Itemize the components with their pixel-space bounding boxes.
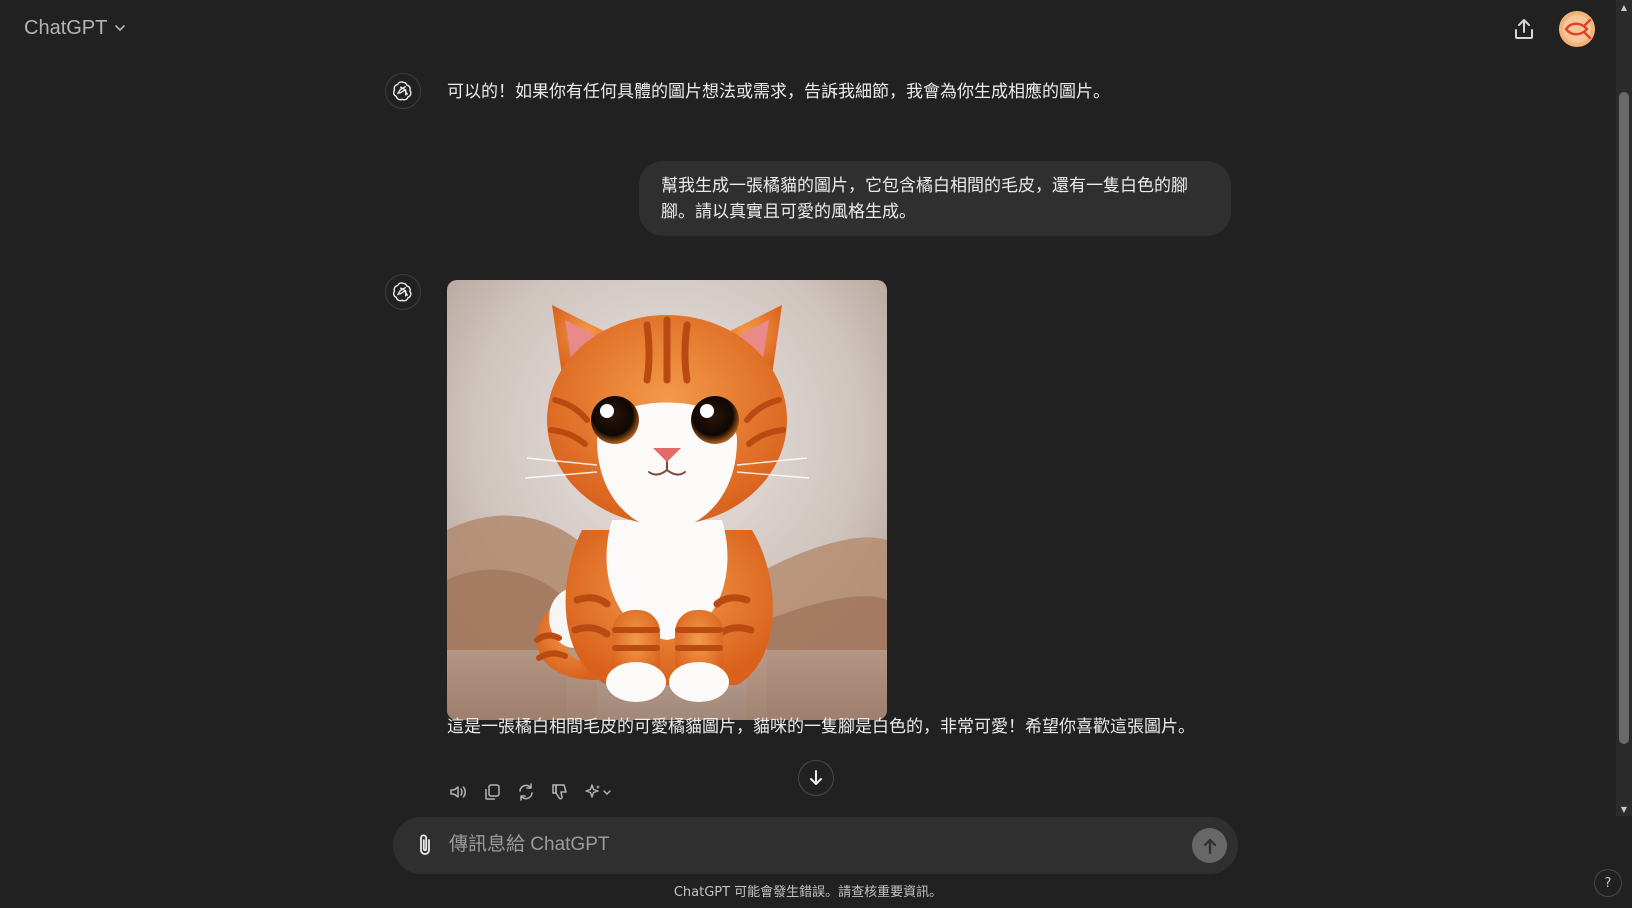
scroll-up-arrow-icon[interactable]: ▲: [1616, 0, 1632, 14]
footer-disclaimer: ChatGPT 可能會發生錯誤。請查核重要資訊。: [673, 885, 943, 900]
scrollbar-thumb[interactable]: [1619, 92, 1629, 744]
copy-icon: [485, 784, 500, 800]
kitten-illustration: [447, 280, 887, 720]
scroll-down-arrow-icon[interactable]: ▼: [1616, 802, 1632, 816]
model-selector-button[interactable]: ChatGPT: [14, 10, 137, 46]
share-button[interactable]: [1506, 12, 1542, 46]
chevron-down-icon: [115, 25, 126, 32]
copy-button[interactable]: [480, 780, 504, 804]
paperclip-icon: [420, 834, 430, 855]
message-input[interactable]: [449, 827, 1149, 863]
scroll-to-bottom-button[interactable]: [798, 760, 834, 796]
arrow-down-icon: [810, 770, 822, 785]
send-button[interactable]: [1192, 828, 1227, 863]
assistant-avatar: [385, 274, 421, 310]
page-scrollbar[interactable]: ▲ ▼: [1616, 0, 1632, 816]
assistant-avatar: [385, 73, 421, 109]
read-aloud-button[interactable]: [446, 780, 470, 804]
user-message-line: 幫我生成一張橘貓的圖片，它包含橘白相間的毛皮，還有一隻白色的腳: [661, 176, 1188, 196]
regenerate-button[interactable]: [514, 780, 538, 804]
user-message-line: 腳。請以真實且可愛的風格生成。: [661, 202, 916, 222]
user-avatar[interactable]: [1559, 11, 1595, 47]
bad-response-button[interactable]: [548, 780, 572, 804]
model-name: ChatGPT: [24, 16, 108, 39]
user-message-bubble: 幫我生成一張橘貓的圖片，它包含橘白相間的毛皮，還有一隻白色的腳 腳。請以真實且可…: [639, 161, 1231, 236]
sparkle-model-icon: [585, 784, 611, 798]
message-composer: [393, 817, 1238, 874]
arrow-up-icon: [1203, 838, 1216, 854]
assistant-message-text: 這是一張橘白相間毛皮的可愛橘貓圖片，貓咪的一隻腳是白色的，非常可愛！希望你喜歡這…: [447, 717, 1195, 737]
assistant-message-text: 可以的！如果你有任何具體的圖片想法或需求，告訴我細節，我會為你生成相應的圖片。: [447, 82, 1110, 102]
openai-logo-icon: [392, 282, 412, 302]
regenerate-icon: [519, 783, 533, 801]
attach-file-button[interactable]: [411, 831, 439, 859]
top-bar: ChatGPT: [0, 0, 1616, 56]
share-upload-icon: [1515, 19, 1533, 39]
change-model-button[interactable]: [582, 780, 616, 804]
user-avatar-icon: [1559, 11, 1595, 47]
help-button[interactable]: ?: [1594, 869, 1622, 897]
read-aloud-icon: [450, 786, 466, 798]
thumbs-down-icon: [552, 784, 567, 800]
generated-cat-image[interactable]: [447, 280, 887, 720]
openai-logo-icon: [392, 81, 412, 101]
message-actions: [446, 780, 616, 804]
